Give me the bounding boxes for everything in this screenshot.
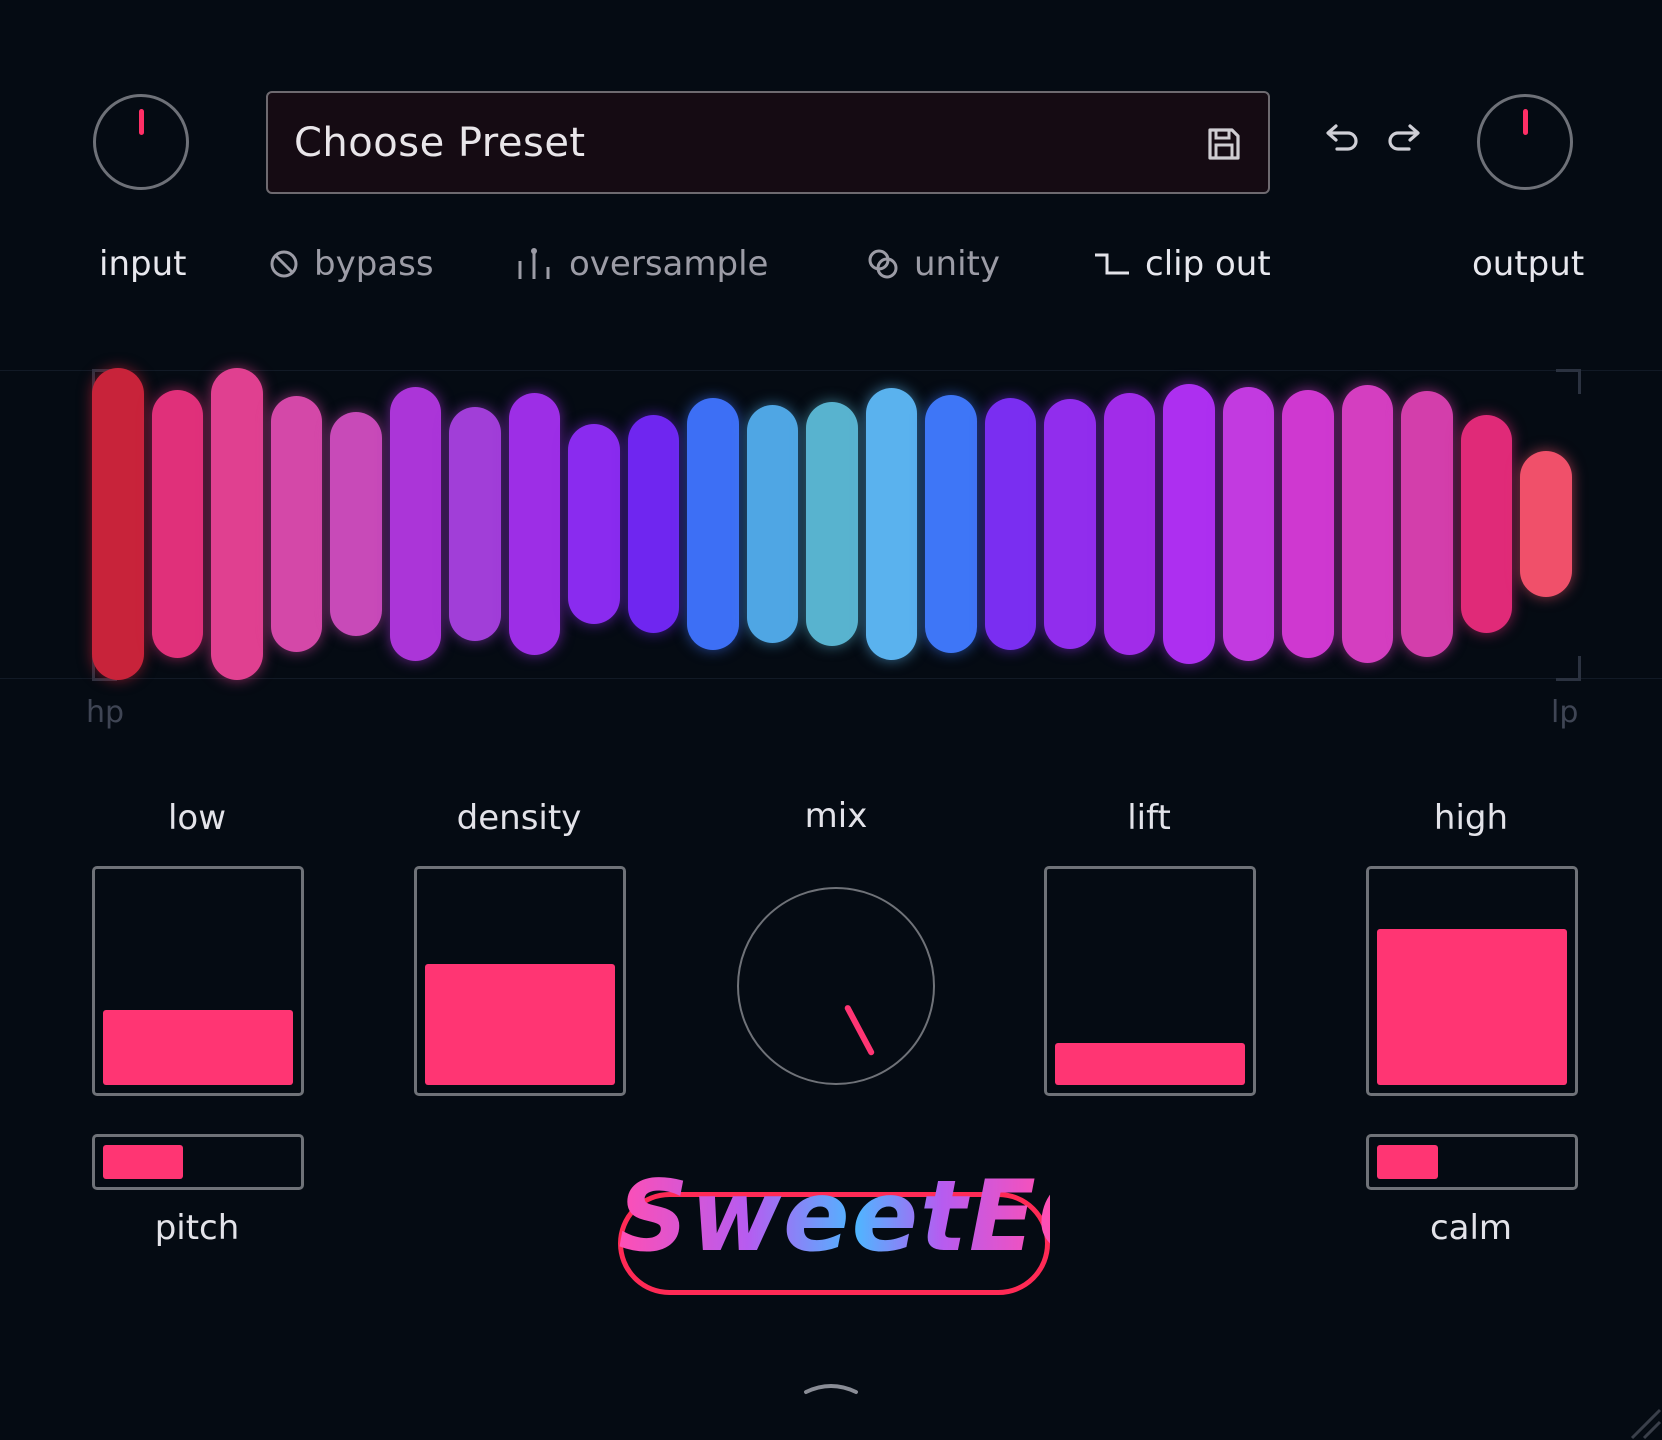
high-slider[interactable] xyxy=(1366,866,1578,1096)
eq-band-22[interactable] xyxy=(1341,385,1394,663)
output-knob-indicator xyxy=(1522,109,1528,135)
high-label: high xyxy=(1433,798,1509,838)
eq-band-8[interactable] xyxy=(508,392,561,656)
eq-band-24[interactable] xyxy=(1460,414,1513,634)
oversample-icon xyxy=(518,248,550,279)
low-slider-fill xyxy=(103,1010,293,1085)
output-knob[interactable] xyxy=(1477,94,1573,190)
density-slider[interactable] xyxy=(414,866,626,1096)
preset-label: Choose Preset xyxy=(294,119,586,166)
eq-band-9[interactable] xyxy=(568,424,620,624)
clip-out-toggle[interactable]: clip out xyxy=(1093,244,1271,284)
density-label: density xyxy=(456,798,582,838)
high-slider-fill xyxy=(1377,929,1567,1085)
mix-label: mix xyxy=(804,796,868,836)
eq-band-6[interactable] xyxy=(389,386,442,662)
clip-out-label: clip out xyxy=(1145,244,1271,284)
eq-band-3[interactable] xyxy=(211,368,263,680)
eq-band-25[interactable] xyxy=(1520,450,1572,598)
eq-band-13[interactable] xyxy=(806,402,858,646)
unity-label: unity xyxy=(914,244,1000,284)
eq-band-16[interactable] xyxy=(984,397,1037,651)
bypass-icon xyxy=(270,250,298,278)
pitch-slider[interactable] xyxy=(92,1134,304,1190)
eq-band-23[interactable] xyxy=(1401,391,1453,657)
bypass-label: bypass xyxy=(314,244,434,284)
input-knob-indicator xyxy=(138,109,144,135)
resize-handle-icon[interactable] xyxy=(1626,1404,1662,1440)
eq-band-12[interactable] xyxy=(746,405,799,643)
density-slider-fill xyxy=(425,964,615,1085)
low-label: low xyxy=(167,798,227,838)
eq-corner xyxy=(1556,369,1581,394)
input-label: input xyxy=(99,244,187,284)
lp-label: lp xyxy=(1551,695,1579,730)
logo-text: SweetEQ xyxy=(618,1160,1124,1274)
oversample-toggle[interactable]: oversample xyxy=(515,244,768,284)
eq-band-20[interactable] xyxy=(1222,386,1275,662)
eq-band-17[interactable] xyxy=(1044,399,1096,649)
sweeteq-logo: SweetEQ xyxy=(618,1163,1121,1295)
chevron-up-icon[interactable] xyxy=(803,1378,859,1398)
eq-band-21[interactable] xyxy=(1282,389,1334,659)
preset-selector[interactable]: Choose Preset xyxy=(266,91,1270,194)
eq-band-2[interactable] xyxy=(151,389,204,659)
hp-label: hp xyxy=(86,695,125,730)
clip-icon xyxy=(1095,253,1129,275)
lift-slider[interactable] xyxy=(1044,866,1256,1096)
eq-band-18[interactable] xyxy=(1103,392,1156,656)
eq-band-4[interactable] xyxy=(270,396,323,652)
eq-band-19[interactable] xyxy=(1163,383,1215,665)
eq-corner xyxy=(1556,656,1581,681)
lift-slider-fill xyxy=(1055,1043,1245,1085)
input-knob[interactable] xyxy=(93,94,189,190)
eq-band-1[interactable] xyxy=(92,368,144,680)
lift-label: lift xyxy=(1127,798,1171,838)
eq-bottom-line xyxy=(0,678,1662,679)
mix-knob[interactable] xyxy=(737,887,935,1085)
bypass-toggle[interactable]: bypass xyxy=(268,244,434,284)
unity-toggle[interactable]: unity xyxy=(866,244,1000,284)
eq-band-15[interactable] xyxy=(925,394,977,654)
pitch-slider-fill xyxy=(103,1145,183,1179)
eq-band-11[interactable] xyxy=(687,397,739,651)
eq-band-14[interactable] xyxy=(865,388,918,660)
save-icon[interactable] xyxy=(1204,124,1244,164)
oversample-label: oversample xyxy=(569,244,769,284)
unity-icon xyxy=(868,249,898,279)
redo-icon[interactable] xyxy=(1384,118,1424,158)
eq-band-7[interactable] xyxy=(449,407,501,641)
mix-knob-indicator xyxy=(843,1004,876,1057)
calm-label: calm xyxy=(1429,1208,1513,1248)
eq-band-10[interactable] xyxy=(627,414,680,634)
calm-slider-fill xyxy=(1377,1145,1438,1179)
pitch-label: pitch xyxy=(154,1208,240,1248)
undo-icon[interactable] xyxy=(1322,118,1362,158)
output-label: output xyxy=(1472,244,1585,284)
eq-band-5[interactable] xyxy=(330,411,382,637)
low-slider[interactable] xyxy=(92,866,304,1096)
calm-slider[interactable] xyxy=(1366,1134,1578,1190)
